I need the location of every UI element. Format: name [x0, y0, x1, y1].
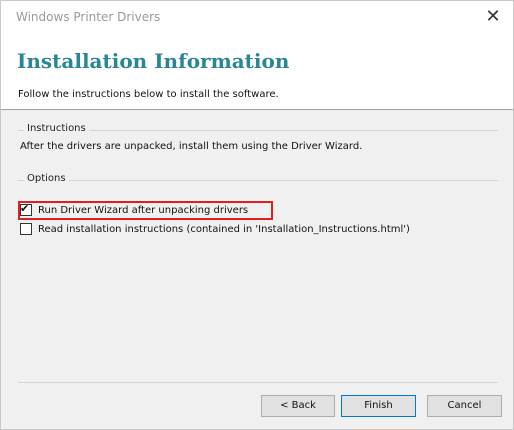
instructions-group-header: Instructions [18, 123, 498, 137]
cancel-button[interactable]: Cancel [427, 395, 502, 417]
installer-window: Windows Printer Drivers ✕ Installation I… [0, 0, 514, 430]
options-group-header: Options [18, 173, 498, 187]
footer-divider [18, 382, 498, 383]
back-button[interactable]: < Back [261, 395, 335, 417]
options-group-divider [18, 180, 498, 181]
finish-button[interactable]: Finish [341, 395, 416, 417]
read-instructions-checkbox[interactable] [20, 223, 32, 235]
page-title: Installation Information [17, 49, 290, 73]
instructions-group-label: Instructions [24, 123, 89, 134]
options-group: Options [18, 173, 498, 187]
title-bar: Windows Printer Drivers ✕ [1, 1, 513, 33]
options-group-label: Options [24, 173, 69, 184]
wizard-header: Installation Information Follow the inst… [1, 33, 513, 111]
run-wizard-label[interactable]: Run Driver Wizard after unpacking driver… [38, 205, 248, 216]
read-instructions-label[interactable]: Read installation instructions (containe… [38, 224, 410, 235]
instructions-text: After the drivers are unpacked, install … [20, 141, 363, 152]
checkmark-icon: ✔ [20, 202, 30, 215]
window-title: Windows Printer Drivers [16, 10, 161, 24]
instructions-group: Instructions [18, 123, 498, 137]
instructions-group-divider [18, 130, 498, 131]
close-icon[interactable]: ✕ [481, 5, 505, 29]
wizard-body: Instructions After the drivers are unpac… [1, 110, 513, 429]
run-wizard-checkbox[interactable]: ✔ [20, 202, 32, 216]
page-subtitle: Follow the instructions below to install… [18, 89, 279, 100]
option-read-instructions[interactable]: Read installation instructions (containe… [20, 222, 410, 236]
option-run-driver-wizard[interactable]: ✔ Run Driver Wizard after unpacking driv… [20, 202, 248, 217]
